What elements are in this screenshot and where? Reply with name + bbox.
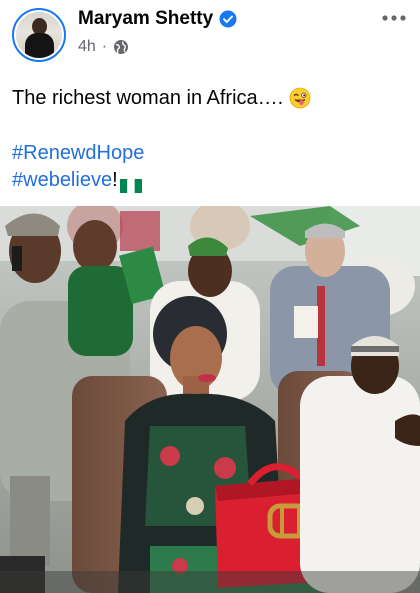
hashtag-renewdhope[interactable]: #RenewdHope xyxy=(12,139,144,167)
globe-icon[interactable] xyxy=(113,39,129,55)
more-options-icon xyxy=(382,15,406,21)
photo-illustration xyxy=(0,206,420,593)
post-photo[interactable] xyxy=(0,206,420,593)
more-options-button[interactable] xyxy=(380,8,408,28)
post-text: The richest woman in Africa…. xyxy=(12,84,311,112)
hashtag-line-2: #webelieve ! xyxy=(12,166,142,194)
author-name[interactable]: Maryam Shetty xyxy=(78,8,213,30)
avatar-photo xyxy=(16,12,62,58)
winking-tongue-emoji-icon xyxy=(289,87,311,109)
nigeria-flag-icon xyxy=(119,173,142,194)
post-meta: 4h · xyxy=(78,38,129,56)
hashtag-suffix: ! xyxy=(112,169,118,191)
meta-separator: · xyxy=(101,38,108,55)
verified-badge-icon xyxy=(219,10,237,28)
post-time[interactable]: 4h xyxy=(78,38,96,56)
hashtag-webelieve[interactable]: #webelieve xyxy=(12,166,112,194)
post-text-content: The richest woman in Africa…. xyxy=(12,87,284,109)
author-avatar[interactable] xyxy=(12,8,66,62)
hashtag-line-1: #RenewdHope xyxy=(12,139,144,167)
post-header: Maryam Shetty 4h · xyxy=(0,0,420,66)
author-row: Maryam Shetty xyxy=(78,8,237,30)
avatar-body-shape xyxy=(25,33,54,58)
